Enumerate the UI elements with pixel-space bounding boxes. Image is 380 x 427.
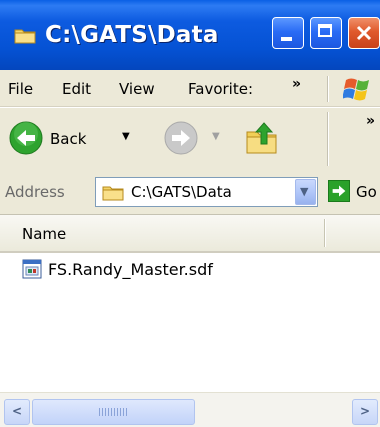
- scroll-right-button[interactable]: >: [352, 399, 378, 425]
- windows-logo-icon: [343, 78, 369, 101]
- toolbar-divider: [327, 112, 329, 166]
- folder-icon: [102, 186, 124, 201]
- scroll-left-button[interactable]: <: [4, 399, 30, 425]
- menu-overflow-chevron-icon[interactable]: »: [292, 76, 301, 92]
- chevron-down-icon: ▼: [300, 185, 309, 198]
- address-value[interactable]: C:\GATS\Data: [131, 183, 232, 201]
- close-button[interactable]: [348, 17, 380, 49]
- column-header-name[interactable]: Name: [22, 225, 66, 243]
- forward-arrow-icon[interactable]: [164, 121, 198, 155]
- folder-icon: [14, 29, 36, 44]
- menu-favorites[interactable]: Favorite:: [188, 80, 253, 98]
- menu-view[interactable]: View: [119, 80, 155, 98]
- menu-edit[interactable]: Edit: [62, 80, 91, 98]
- address-bar: Address C:\GATS\Data ▼ Go: [0, 170, 380, 215]
- address-dropdown-button[interactable]: ▼: [295, 179, 316, 205]
- close-icon: [356, 25, 372, 41]
- address-input[interactable]: C:\GATS\Data ▼: [95, 177, 318, 207]
- column-divider[interactable]: [324, 219, 326, 247]
- minimize-icon: [281, 37, 292, 41]
- scroll-grip-icon: [99, 408, 127, 416]
- back-dropdown-icon[interactable]: ▼: [122, 131, 130, 142]
- toolbar-overflow-chevron-icon[interactable]: »: [366, 113, 375, 129]
- standard-toolbar: Back ▼ ▼ »: [0, 107, 380, 171]
- maximize-button[interactable]: [310, 17, 342, 49]
- address-label: Address: [5, 183, 65, 201]
- file-name[interactable]: FS.Randy_Master.sdf: [48, 260, 213, 279]
- chevron-left-icon: <: [12, 404, 23, 418]
- back-button-label[interactable]: Back: [50, 130, 86, 148]
- go-arrow-icon[interactable]: [328, 180, 350, 202]
- maximize-icon: [318, 24, 332, 37]
- menu-divider: [327, 76, 329, 102]
- sdf-file-icon: [22, 259, 42, 279]
- forward-dropdown-icon[interactable]: ▼: [212, 131, 220, 142]
- window-title: C:\GATS\Data: [45, 22, 219, 48]
- column-header-row: Name: [0, 215, 380, 253]
- go-button-label[interactable]: Go: [356, 183, 377, 201]
- menu-file[interactable]: File: [8, 80, 33, 98]
- minimize-button[interactable]: [272, 17, 304, 49]
- explorer-window: C:\GATS\Data File Edit View Favorite: »: [0, 0, 380, 427]
- horizontal-scrollbar[interactable]: < >: [0, 392, 380, 427]
- scroll-thumb[interactable]: [32, 399, 195, 425]
- title-bar[interactable]: C:\GATS\Data: [0, 0, 380, 70]
- chevron-right-icon: >: [360, 404, 371, 418]
- up-folder-icon[interactable]: [244, 120, 280, 156]
- menu-bar: File Edit View Favorite: »: [0, 70, 380, 107]
- back-arrow-icon[interactable]: [9, 121, 43, 155]
